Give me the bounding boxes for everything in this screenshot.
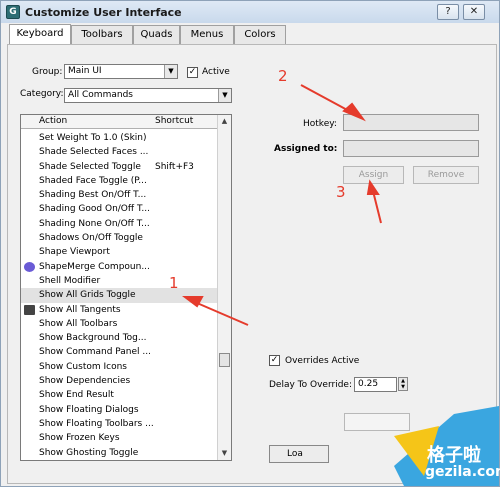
arrow-to-hotkey	[300, 84, 352, 113]
arrow-to-assign	[372, 190, 382, 224]
arrowhead-hotkey	[342, 102, 366, 122]
annotation-3: 3	[336, 183, 346, 201]
annotation-1: 1	[169, 274, 179, 292]
arrowhead-assign	[366, 179, 380, 195]
annotation-2: 2	[278, 67, 288, 85]
customize-ui-window: G Customize User Interface ? ✕ Keyboard …	[0, 0, 500, 487]
watermark-url: gezila.com	[425, 464, 500, 480]
arrow-to-list	[196, 302, 249, 326]
